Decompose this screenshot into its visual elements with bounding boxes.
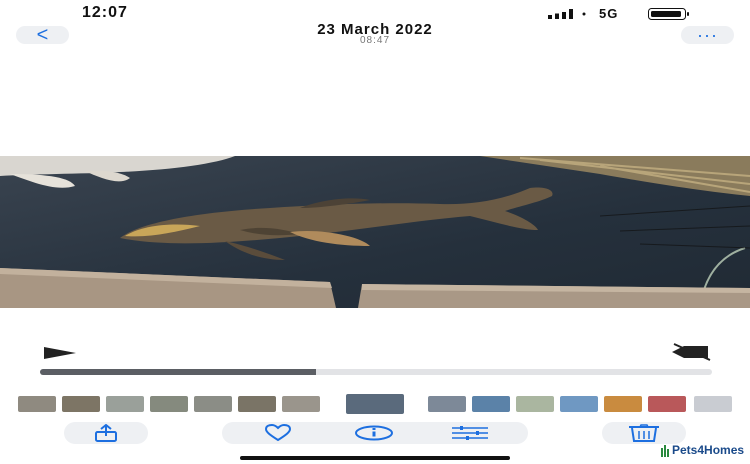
play-icon[interactable] [40, 343, 80, 363]
info-icon[interactable] [354, 422, 394, 444]
filmstrip-thumbnail[interactable] [282, 396, 320, 412]
signal-bars-icon [548, 9, 586, 19]
battery-icon [648, 8, 689, 20]
paw-logo-icon [661, 444, 669, 457]
filmstrip-thumbnail[interactable] [648, 396, 686, 412]
filmstrip-thumbnail[interactable] [238, 396, 276, 412]
video-scrubber[interactable] [40, 369, 712, 375]
back-button[interactable]: < [16, 25, 69, 45]
home-indicator [240, 456, 510, 460]
filmstrip-thumbnail[interactable] [516, 396, 554, 412]
watermark-text: Pets4Homes [672, 443, 745, 457]
koi-fish-image [0, 156, 750, 308]
filmstrip-thumbnail[interactable] [472, 396, 510, 412]
more-options-button[interactable]: ··· [681, 26, 734, 44]
photo-view[interactable] [0, 156, 750, 308]
filmstrip-thumbnail[interactable] [150, 396, 188, 412]
sliders-icon[interactable] [450, 422, 490, 444]
filmstrip-thumbnail[interactable] [560, 396, 598, 412]
filmstrip-thumbnail[interactable] [694, 396, 732, 412]
pets4homes-watermark: Pets4Homes [660, 443, 744, 457]
filmstrip-thumbnail[interactable] [194, 396, 232, 412]
filmstrip-thumbnail[interactable] [18, 396, 56, 412]
filmstrip-thumbnail[interactable] [106, 396, 144, 412]
filmstrip-thumbnail[interactable] [604, 396, 642, 412]
network-type: 5G [599, 6, 619, 21]
filmstrip-thumbnail[interactable] [62, 396, 100, 412]
photo-time-subtitle: 08:47 [359, 35, 391, 46]
filmstrip-thumbnail[interactable] [346, 394, 404, 414]
filmstrip-thumbnail[interactable] [428, 396, 466, 412]
trash-icon[interactable] [624, 422, 664, 444]
video-progress-fill [40, 369, 316, 375]
status-time: 12:07 [82, 4, 128, 21]
speaker-muted-icon[interactable] [668, 342, 712, 362]
share-icon[interactable] [86, 422, 126, 444]
heart-icon[interactable] [258, 422, 298, 444]
